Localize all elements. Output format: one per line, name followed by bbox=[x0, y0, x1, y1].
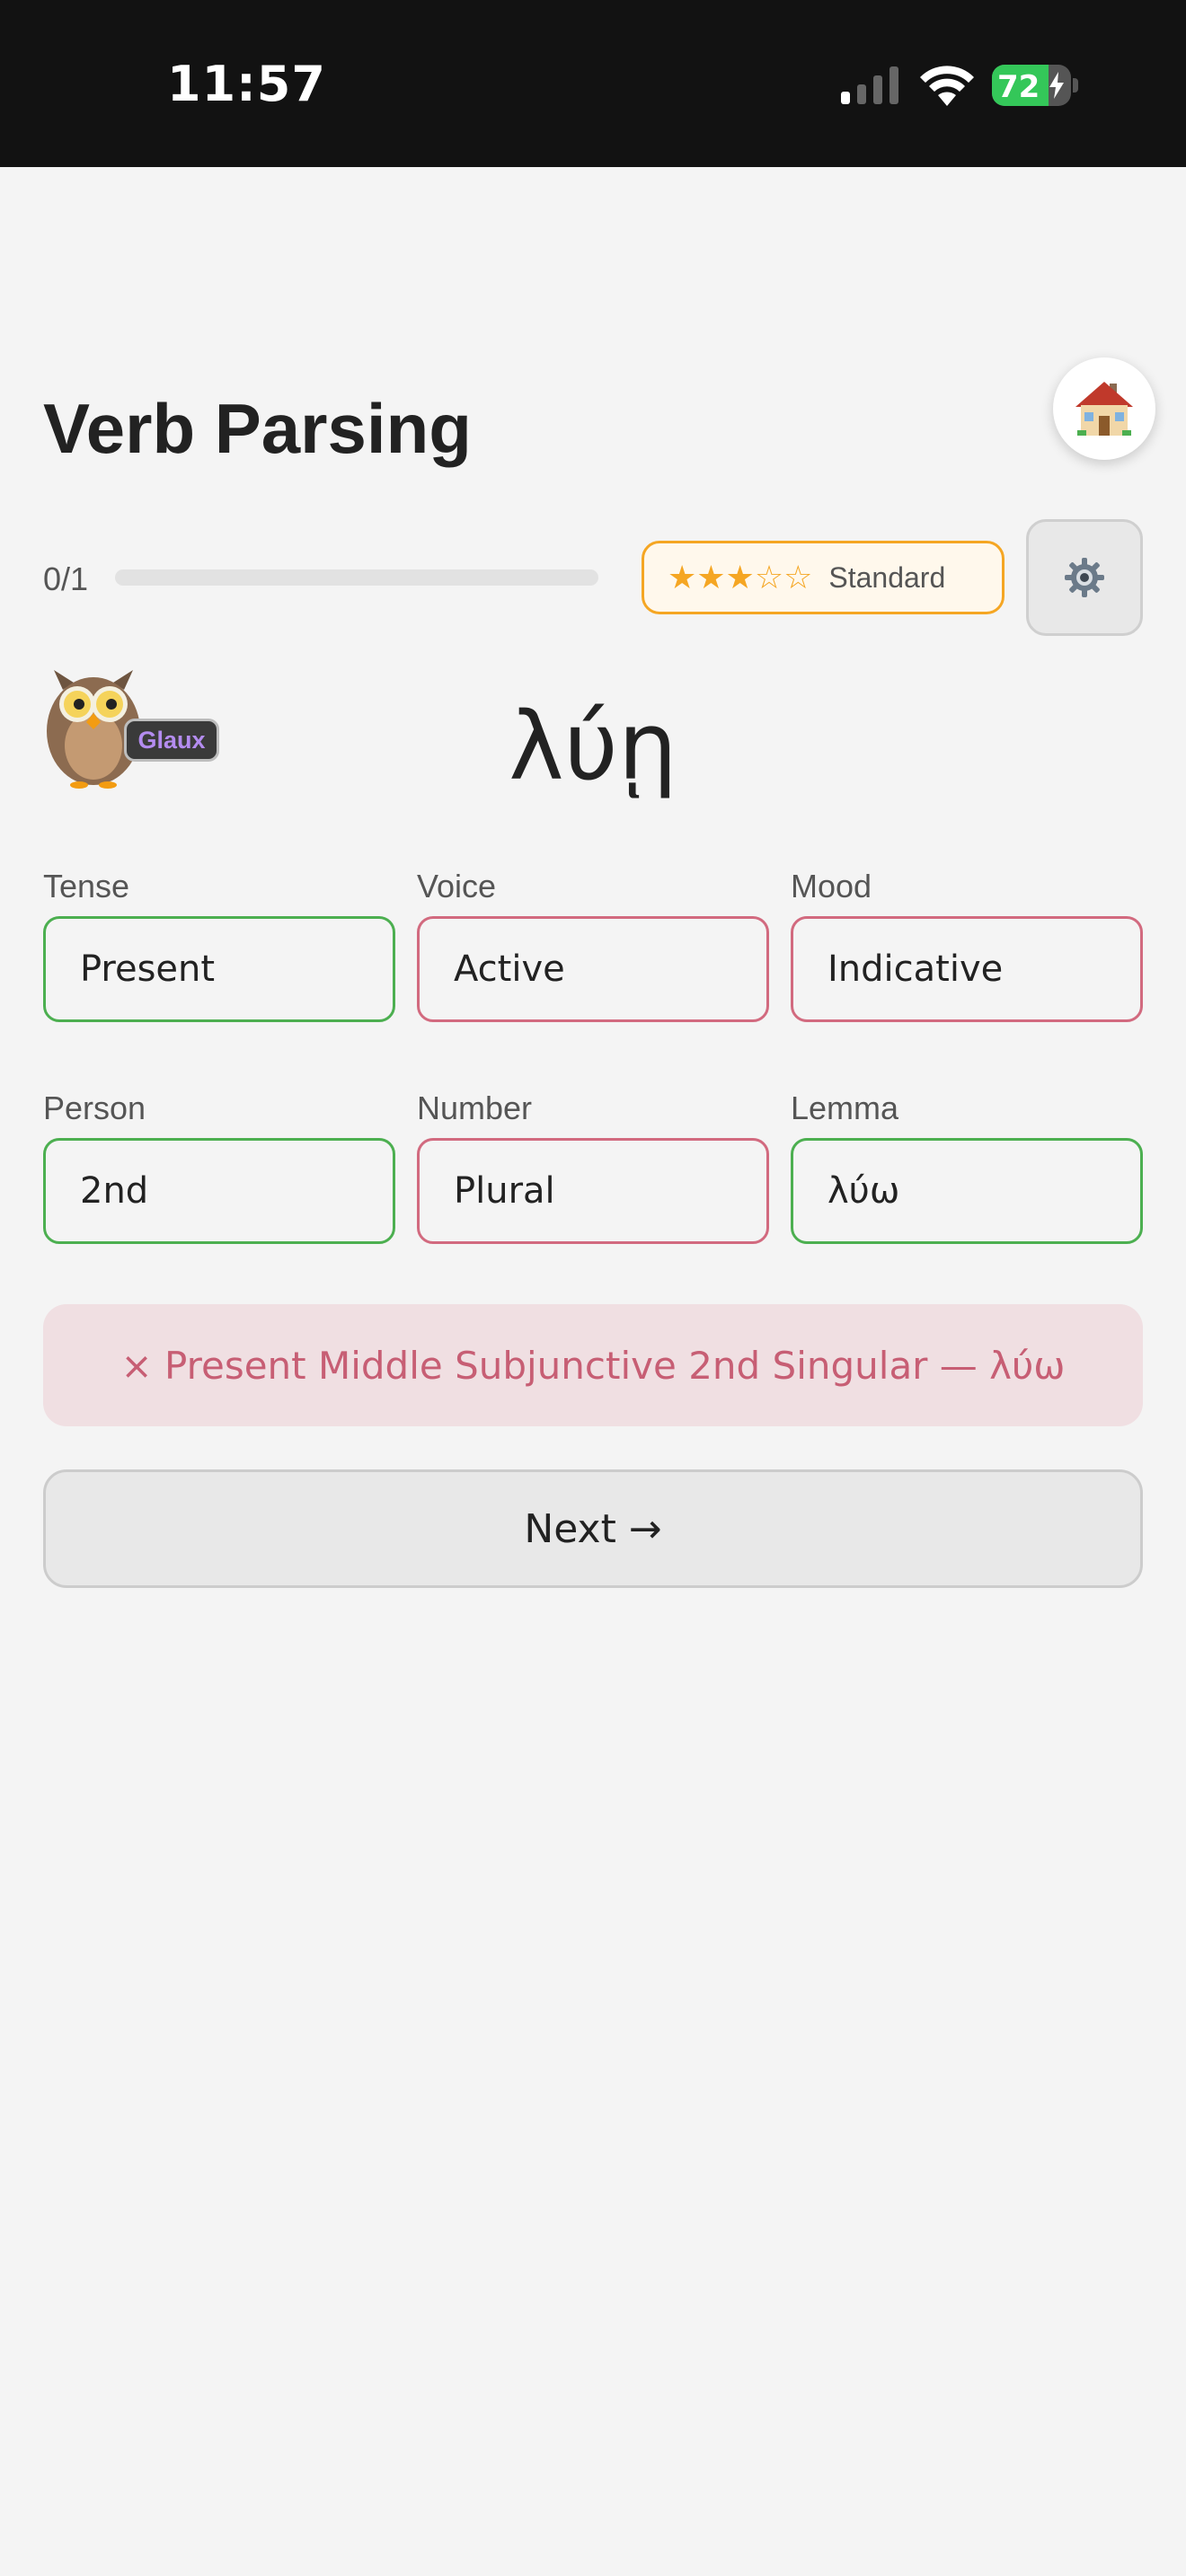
progress-bar bbox=[115, 569, 598, 586]
status-bar: 11:57 72 bbox=[0, 0, 1186, 167]
mood-select[interactable]: Indicative bbox=[791, 916, 1143, 1022]
field-label-number: Number bbox=[417, 1090, 533, 1126]
progress-counter: 0/1 bbox=[43, 560, 89, 597]
tense-select[interactable]: Present bbox=[43, 916, 395, 1022]
person-select[interactable]: 2nd bbox=[43, 1138, 395, 1244]
field-person: Person 2nd bbox=[43, 1086, 395, 1244]
home-button[interactable] bbox=[1053, 357, 1155, 460]
next-button[interactable]: Next → bbox=[43, 1469, 1143, 1588]
battery-percent: 72 bbox=[997, 69, 1040, 105]
next-button-label: Next → bbox=[524, 1505, 662, 1552]
number-select[interactable]: Plural bbox=[417, 1138, 769, 1244]
field-label-mood: Mood bbox=[791, 868, 872, 904]
feedback-text: × Present Middle Subjunctive 2nd Singula… bbox=[120, 1343, 1066, 1388]
field-label-tense: Tense bbox=[43, 868, 130, 904]
page-title: Verb Parsing bbox=[43, 389, 472, 468]
status-time: 11:57 bbox=[167, 56, 326, 112]
cellular-signal-icon bbox=[841, 66, 898, 104]
voice-select[interactable]: Active bbox=[417, 916, 769, 1022]
battery-icon: 72 bbox=[992, 65, 1071, 106]
field-voice: Voice Active bbox=[417, 864, 769, 1022]
field-tense: Tense Present bbox=[43, 864, 395, 1022]
charging-bolt-icon bbox=[1049, 72, 1064, 99]
settings-button[interactable] bbox=[1026, 519, 1143, 636]
lemma-input[interactable]: λύω bbox=[791, 1138, 1143, 1244]
difficulty-label: Standard bbox=[828, 560, 946, 594]
question-word: λύῃ bbox=[509, 692, 677, 801]
field-lemma: Lemma λύω bbox=[791, 1086, 1143, 1244]
wifi-icon bbox=[920, 66, 974, 106]
field-label-voice: Voice bbox=[417, 868, 497, 904]
field-number: Number Plural bbox=[417, 1086, 769, 1244]
feedback-banner: × Present Middle Subjunctive 2nd Singula… bbox=[43, 1304, 1143, 1426]
field-label-person: Person bbox=[43, 1090, 146, 1126]
field-mood: Mood Indicative bbox=[791, 864, 1143, 1022]
house-icon bbox=[1075, 382, 1133, 436]
difficulty-selector[interactable]: ★★★☆☆ Standard bbox=[642, 541, 1005, 614]
battery-cap bbox=[1073, 78, 1078, 93]
gear-icon bbox=[1065, 558, 1104, 597]
field-label-lemma: Lemma bbox=[791, 1090, 899, 1126]
difficulty-stars: ★★★☆☆ bbox=[668, 559, 813, 596]
